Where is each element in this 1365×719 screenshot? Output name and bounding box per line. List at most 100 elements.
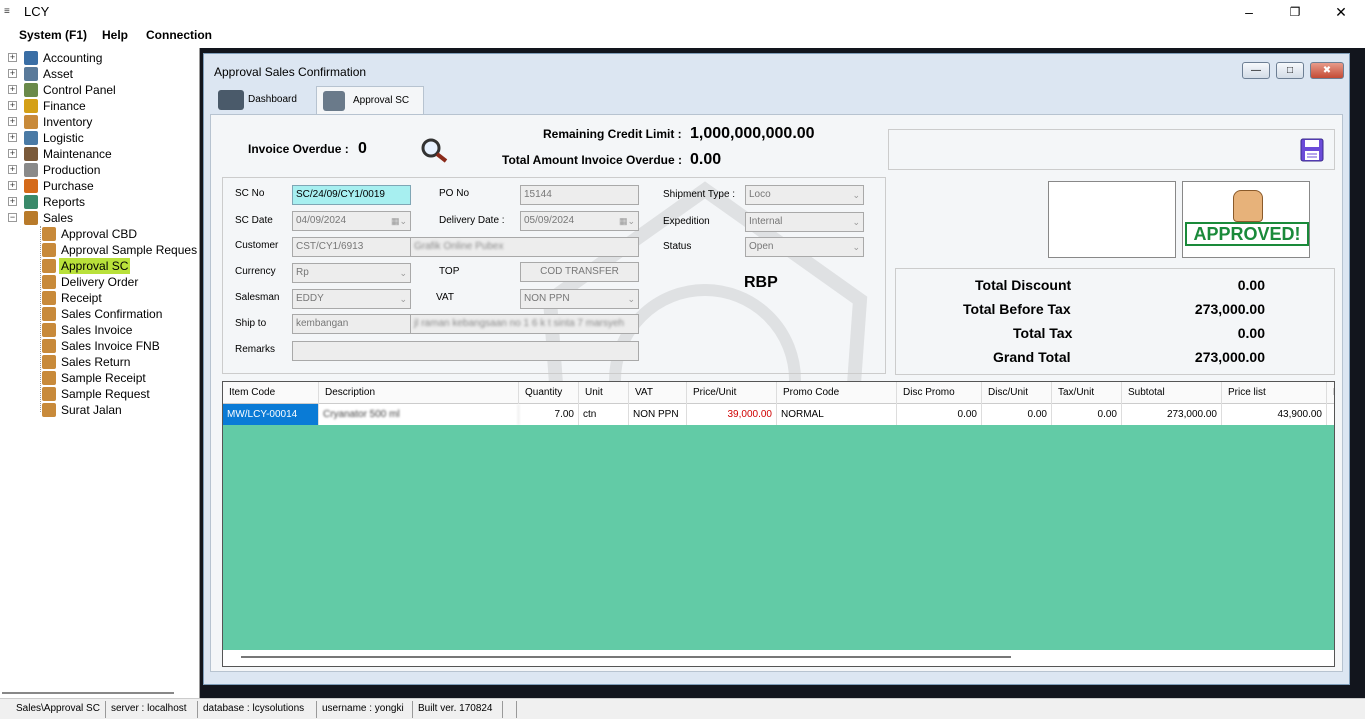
people-icon [42,243,56,257]
expand-icon[interactable]: + [8,165,17,174]
column-header[interactable]: Subtotal [1122,382,1222,404]
expedition-select[interactable]: Internal ⌄ [745,212,864,232]
expand-icon[interactable]: + [8,181,17,190]
column-header[interactable]: Disc Promo [897,382,982,404]
box-icon [24,115,38,129]
rbp-label: RBP [744,274,778,291]
tools-icon [24,147,38,161]
tree-connector [40,226,41,412]
column-header[interactable]: Price/Unit [687,382,777,404]
column-header[interactable]: Disc/Unit [982,382,1052,404]
table-cell[interactable]: NON PPN [629,404,687,425]
column-header[interactable]: F [1327,382,1334,404]
collapse-icon[interactable]: − [8,213,17,222]
table-cell[interactable]: 0.00 [897,404,982,425]
save-icon[interactable] [1300,138,1324,162]
people-icon [42,259,56,273]
table-cell[interactable]: 273,000.00 [1122,404,1222,425]
currency-select[interactable]: Rp ⌄ [292,263,411,283]
table-cell[interactable]: 43,900.00 [1222,404,1327,425]
table-cell[interactable]: 7.00 [519,404,579,425]
vat-value: NON PPN [524,293,570,304]
sc-no-label: SC No [235,188,265,199]
sidebar-item-label: Approval CBD [61,227,138,241]
expand-icon[interactable]: + [8,149,17,158]
sc-date-value: 04/09/2024 [296,215,347,226]
mdi-close-icon[interactable]: ✖ [1310,62,1344,79]
chevron-down-icon: ⌄ [852,242,860,252]
column-header[interactable]: Price list [1222,382,1327,404]
shipment-type-select[interactable]: Loco ⌄ [745,185,864,205]
status-database: database : lcysolutions [203,703,305,714]
po-no-label: PO No [439,188,470,199]
table-cell[interactable]: 0.00 [1052,404,1122,425]
table-cell[interactable]: NORMAL [777,404,897,425]
table-cell[interactable]: 0.00 [982,404,1052,425]
column-header[interactable]: Unit [579,382,629,404]
ship-to-address-field[interactable]: jl raman kebangsaan no 1 6 k t sinta 7 m… [410,314,639,334]
column-header[interactable]: Promo Code [777,382,897,404]
table-row[interactable]: MW/LCY-00014 Cryanator 500 ml 7.00 ctn NON P… [223,404,1334,425]
close-icon[interactable]: ✕ [1327,2,1355,22]
remarks-field[interactable] [292,341,639,361]
top-field[interactable]: COD TRANSFER [520,262,639,282]
expand-icon[interactable]: + [8,133,17,142]
search-icon[interactable] [420,137,448,163]
delivery-date-picker[interactable]: 05/09/2024 ▦⌄ [520,211,639,231]
attachment-image-box[interactable] [1048,181,1176,258]
restore-icon[interactable]: ❐ [1281,2,1309,22]
sidebar-item-label: Sales Return [61,355,131,369]
sidebar-item-label: Sales Confirmation [61,307,163,321]
action-panel [888,129,1335,170]
tab-dashboard[interactable]: Dashboard [212,86,312,114]
customer-code-field[interactable]: CST/CY1/6913 [292,237,411,257]
customer-name-field[interactable]: Grafik Online Pubex [410,237,639,257]
grid-header: Item Code Description Quantity Unit VAT Price… [223,382,1334,404]
menu-connection[interactable]: Connection [146,28,212,42]
expand-icon[interactable]: + [8,69,17,78]
column-header[interactable]: Item Code [223,382,319,404]
sidebar-item-label: Receipt [61,291,102,305]
table-cell[interactable]: 39,000.00 [687,404,777,425]
grid-scrollbar[interactable] [241,656,1011,658]
currency-value: Rp [296,267,309,278]
sidebar-item-label: Delivery Order [61,275,139,289]
ship-to-field[interactable]: kembangan [292,314,411,334]
column-header[interactable]: Tax/Unit [1052,382,1122,404]
salesman-select[interactable]: EDDY ⌄ [292,289,411,309]
column-header[interactable]: Description [319,382,519,404]
people-icon [42,275,56,289]
grid-empty-area [223,425,1334,650]
sc-date-picker[interactable]: 04/09/2024 ▦⌄ [292,211,411,231]
tab-approval-sc-label: Approval SC [353,95,410,106]
expand-icon[interactable]: + [8,85,17,94]
sidebar-scrollbar[interactable] [2,692,174,694]
tab-approval-sc[interactable]: Approval SC [316,86,424,114]
vat-select[interactable]: NON PPN ⌄ [520,289,639,309]
status-select[interactable]: Open ⌄ [745,237,864,257]
column-header[interactable]: Quantity [519,382,579,404]
mdi-restore-icon[interactable]: □ [1276,62,1304,79]
sc-no-field[interactable]: SC/24/09/CY1/0019 [292,185,411,205]
app-icon: ≡ [4,6,10,17]
table-cell[interactable]: Cryanator 500 ml [319,404,519,425]
expand-icon[interactable]: + [8,53,17,62]
status-separator [316,701,317,718]
column-header[interactable]: VAT [629,382,687,404]
expand-icon[interactable]: + [8,197,17,206]
status-value: Open [749,241,774,252]
po-no-field[interactable]: 15144 [520,185,639,205]
total-tax-label: Total Tax [1013,325,1073,341]
menu-help[interactable]: Help [102,28,128,42]
expand-icon[interactable]: + [8,117,17,126]
expand-icon[interactable]: + [8,101,17,110]
table-cell[interactable]: ctn [579,404,629,425]
menu-system[interactable]: System (F1) [19,28,87,42]
chevron-down-icon: ⌄ [852,217,860,227]
table-cell[interactable]: MW/LCY-00014 [223,404,319,425]
minimize-icon[interactable]: – [1235,2,1263,22]
table-cell[interactable] [1327,404,1334,425]
mdi-minimize-icon[interactable]: — [1242,62,1270,79]
factory-icon [24,163,38,177]
navigation-tree: + Accounting + Asset + Control Panel + Finance +… [0,48,200,698]
